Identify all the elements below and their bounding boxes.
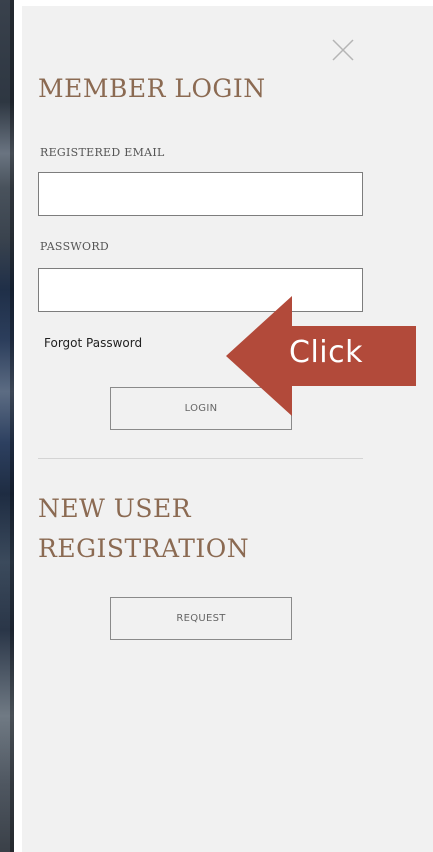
background-edge-shadow <box>10 0 14 852</box>
registration-heading-line1: NEW USER <box>38 494 192 523</box>
registered-email-label: REGISTERED EMAIL <box>40 146 165 159</box>
request-button[interactable]: REQUEST <box>110 597 292 640</box>
member-login-heading: MEMBER LOGIN <box>38 74 266 103</box>
forgot-password-link[interactable]: Forgot Password <box>44 336 142 350</box>
registered-email-input[interactable] <box>38 172 363 216</box>
background-image-strip <box>0 0 14 852</box>
section-divider <box>38 458 363 459</box>
registration-heading-line2: REGISTRATION <box>38 534 250 563</box>
new-user-registration-heading: NEW USER REGISTRATION <box>38 489 338 569</box>
page-root: MEMBER LOGIN REGISTERED EMAIL PASSWORD F… <box>0 0 433 852</box>
close-icon[interactable] <box>331 38 355 62</box>
click-callout-label: Click <box>289 335 363 370</box>
password-label: PASSWORD <box>40 240 110 253</box>
